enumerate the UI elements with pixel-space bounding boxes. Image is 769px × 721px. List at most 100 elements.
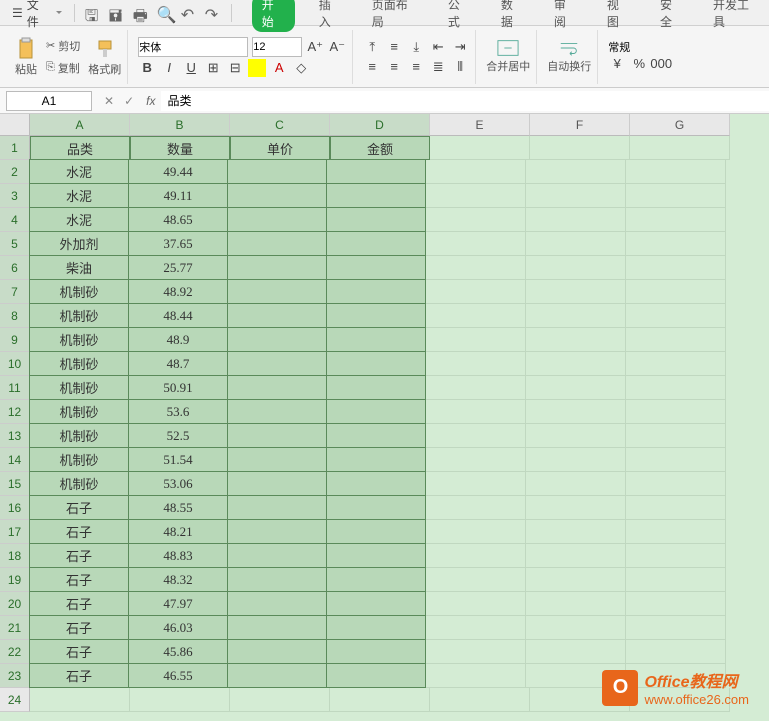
indent-decrease-icon[interactable]: ⇤ — [429, 38, 447, 56]
cell[interactable] — [526, 400, 626, 424]
save-as-icon[interactable]: 🖬 — [109, 5, 125, 21]
cell[interactable] — [526, 640, 626, 664]
cell[interactable] — [426, 592, 526, 616]
cell[interactable]: 37.65 — [128, 231, 228, 256]
rowhead[interactable]: 11 — [0, 376, 30, 400]
tab-security[interactable]: 安全 — [654, 0, 689, 32]
cell[interactable] — [430, 688, 530, 712]
cell[interactable] — [227, 663, 327, 688]
align-left-icon[interactable]: ≡ — [363, 58, 381, 76]
cell[interactable] — [626, 424, 726, 448]
print-preview-icon[interactable]: 🔍 — [157, 5, 173, 21]
cell[interactable] — [526, 160, 626, 184]
cell[interactable] — [626, 376, 726, 400]
cell[interactable] — [426, 400, 526, 424]
border2-button[interactable]: ⊟ — [226, 59, 244, 77]
cell[interactable] — [326, 303, 426, 328]
cell[interactable] — [626, 160, 726, 184]
cell[interactable] — [227, 183, 327, 208]
rowhead[interactable]: 18 — [0, 544, 30, 568]
cell[interactable] — [227, 615, 327, 640]
cell[interactable]: 水泥 — [29, 207, 129, 232]
cell[interactable] — [530, 136, 630, 160]
cell[interactable] — [426, 448, 526, 472]
cell[interactable] — [426, 520, 526, 544]
cell[interactable]: 柴油 — [29, 255, 129, 280]
cell[interactable] — [526, 256, 626, 280]
rowhead[interactable]: 22 — [0, 640, 30, 664]
cell[interactable]: 48.92 — [128, 279, 228, 304]
cell[interactable] — [426, 328, 526, 352]
cell[interactable] — [227, 159, 327, 184]
cell[interactable] — [626, 496, 726, 520]
cell[interactable] — [526, 304, 626, 328]
cell[interactable] — [326, 615, 426, 640]
cell[interactable]: 48.9 — [128, 327, 228, 352]
cell[interactable] — [430, 136, 530, 160]
cell[interactable]: 50.91 — [128, 375, 228, 400]
cell[interactable]: 49.11 — [128, 183, 228, 208]
file-menu[interactable]: ☰ 文件 — [4, 0, 70, 32]
cell[interactable] — [227, 639, 327, 664]
confirm-icon[interactable]: ✓ — [124, 94, 134, 108]
rowhead[interactable]: 16 — [0, 496, 30, 520]
cell[interactable] — [526, 232, 626, 256]
cell[interactable]: 52.5 — [128, 423, 228, 448]
cell[interactable]: 机制砂 — [29, 327, 129, 352]
cell[interactable]: 46.03 — [128, 615, 228, 640]
cell[interactable]: 数量 — [130, 136, 230, 160]
font-color-button[interactable]: A — [270, 59, 288, 77]
cell[interactable] — [326, 351, 426, 376]
cell[interactable] — [426, 568, 526, 592]
cell[interactable] — [626, 208, 726, 232]
cell[interactable] — [326, 567, 426, 592]
align-bottom-icon[interactable]: ⤓ — [407, 38, 425, 56]
cell[interactable] — [626, 520, 726, 544]
cell[interactable]: 石子 — [29, 495, 129, 520]
cell[interactable] — [426, 472, 526, 496]
cell[interactable] — [526, 376, 626, 400]
cell[interactable] — [326, 543, 426, 568]
cell[interactable]: 机制砂 — [29, 303, 129, 328]
cell[interactable] — [227, 327, 327, 352]
cell[interactable]: 石子 — [29, 639, 129, 664]
cell[interactable] — [626, 232, 726, 256]
format-painter-button[interactable]: 格式刷 — [88, 37, 121, 77]
cell[interactable] — [626, 592, 726, 616]
increase-font-icon[interactable]: A⁺ — [306, 38, 324, 56]
cell[interactable] — [326, 207, 426, 232]
colhead-d[interactable]: D — [330, 114, 430, 136]
tab-view[interactable]: 视图 — [601, 0, 636, 32]
rowhead[interactable]: 6 — [0, 256, 30, 280]
cell[interactable]: 53.6 — [128, 399, 228, 424]
cell[interactable]: 石子 — [29, 663, 129, 688]
tab-review[interactable]: 审阅 — [548, 0, 583, 32]
distribute-icon[interactable]: ⫴ — [451, 58, 469, 76]
cell[interactable] — [227, 447, 327, 472]
cell[interactable] — [227, 495, 327, 520]
rowhead[interactable]: 17 — [0, 520, 30, 544]
cell[interactable] — [626, 616, 726, 640]
cell[interactable] — [326, 447, 426, 472]
cell[interactable]: 机制砂 — [29, 399, 129, 424]
cell[interactable] — [227, 303, 327, 328]
rowhead[interactable]: 1 — [0, 136, 30, 160]
cell[interactable]: 石子 — [29, 615, 129, 640]
cell[interactable] — [426, 184, 526, 208]
justify-icon[interactable]: ≣ — [429, 58, 447, 76]
indent-increase-icon[interactable]: ⇥ — [451, 38, 469, 56]
cell[interactable] — [626, 568, 726, 592]
cell[interactable]: 水泥 — [29, 183, 129, 208]
cell[interactable] — [426, 664, 526, 688]
percent-icon[interactable]: % — [630, 55, 648, 73]
fx-icon[interactable]: fx — [146, 94, 155, 108]
cell[interactable]: 机制砂 — [29, 279, 129, 304]
rowhead[interactable]: 8 — [0, 304, 30, 328]
formula-input[interactable] — [161, 91, 769, 111]
align-middle-icon[interactable]: ≡ — [385, 38, 403, 56]
cell[interactable] — [526, 208, 626, 232]
select-all-corner[interactable] — [0, 114, 30, 136]
cell[interactable]: 机制砂 — [29, 447, 129, 472]
cell[interactable]: 48.44 — [128, 303, 228, 328]
underline-button[interactable]: U — [182, 59, 200, 77]
